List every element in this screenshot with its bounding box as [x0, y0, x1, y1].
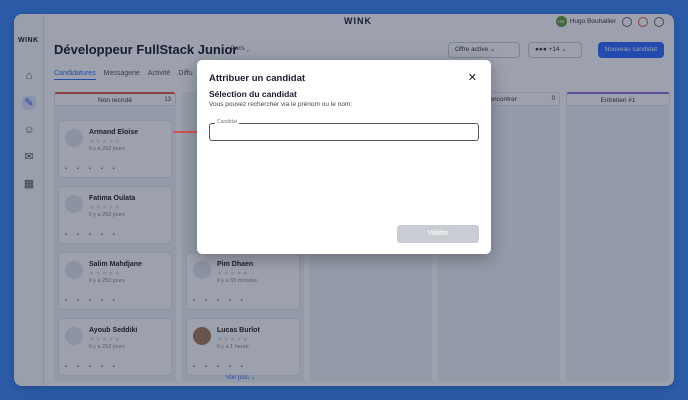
- dialog-subtitle: Sélection du candidat: [209, 89, 297, 99]
- candidate-input[interactable]: [214, 126, 474, 139]
- dialog-title: Attribuer un candidat: [209, 73, 306, 84]
- close-icon[interactable]: ✕: [468, 71, 477, 84]
- submit-button[interactable]: Valider: [397, 225, 479, 243]
- candidate-field-label: Candidat: [215, 119, 240, 125]
- assign-candidate-dialog: Attribuer un candidat ✕ Sélection du can…: [197, 60, 491, 254]
- candidate-field[interactable]: Candidat: [209, 119, 479, 141]
- dialog-hint: Vous pouvez rechercher via le prénom ou …: [209, 101, 353, 108]
